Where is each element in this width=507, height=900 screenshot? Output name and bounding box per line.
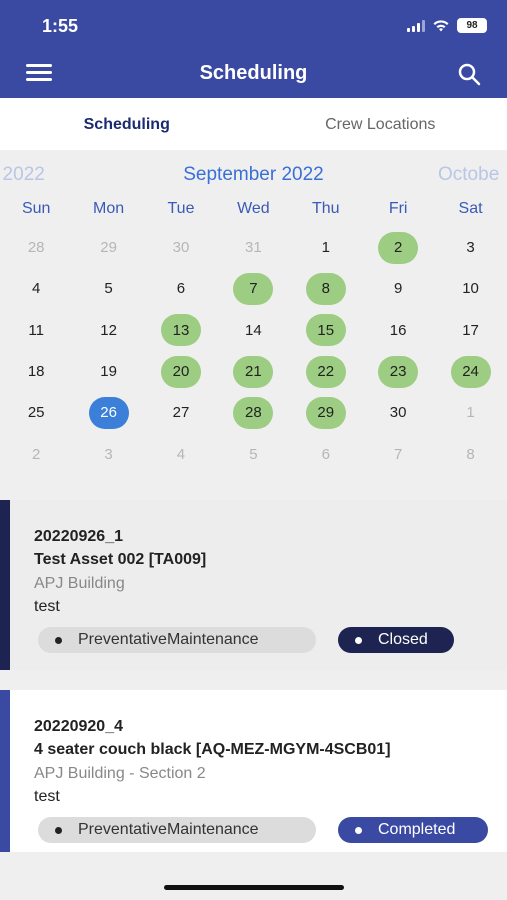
job-card[interactable]: 20220926_1 Test Asset 002 [TA009] APJ Bu… xyxy=(0,500,507,670)
status-badge: Closed xyxy=(338,627,454,653)
calendar-grid: 28 29 30 31 1 2 3 4 5 6 7 8 9 10 11 12 13 14 15 16 17 18 19 20 2… xyxy=(0,227,507,475)
calendar-week: 18 19 20 21 22 23 24 xyxy=(0,351,507,392)
calendar-day[interactable]: 5 xyxy=(233,438,273,470)
status-time: 1:55 xyxy=(42,16,79,36)
weekday-label: Fri xyxy=(388,200,408,217)
calendar-day-with-event[interactable]: 24 xyxy=(450,355,491,388)
job-description: test xyxy=(34,788,60,805)
page-title: Scheduling xyxy=(199,62,308,84)
job-code: 20220920_4 xyxy=(34,718,123,735)
calendar-day-with-event[interactable]: 15 xyxy=(305,314,346,347)
calendar-day[interactable]: 14 xyxy=(233,314,273,346)
calendar-day[interactable]: 2 xyxy=(16,438,56,470)
calendar-day-with-event[interactable]: 28 xyxy=(233,396,274,429)
calendar-day[interactable]: 7 xyxy=(378,438,418,470)
calendar-day-with-event[interactable]: 8 xyxy=(305,272,346,305)
tab-bar: Scheduling Crew Locations xyxy=(0,98,507,150)
calendar-day-today[interactable]: 26 xyxy=(88,396,129,429)
calendar-day[interactable]: 1 xyxy=(306,232,346,264)
calendar-day-with-event[interactable]: 2 xyxy=(378,231,419,264)
calendar-week: 4 5 6 7 8 9 10 xyxy=(0,268,507,309)
calendar-day-with-event[interactable]: 20 xyxy=(160,355,201,388)
calendar-week: 2 345 67 8 xyxy=(0,433,507,474)
calendar-week: 28 29 30 31 1 2 3 xyxy=(0,227,507,268)
tab-scheduling[interactable]: Scheduling xyxy=(0,98,254,150)
calendar-day[interactable]: 6 xyxy=(306,438,346,470)
weekday-label: Sat xyxy=(458,200,483,217)
status-icons: 98 xyxy=(407,18,487,33)
calendar-day[interactable]: 4 xyxy=(16,273,56,305)
calendar-day[interactable]: 6 xyxy=(161,273,201,305)
calendar-day[interactable]: 25 xyxy=(16,397,56,429)
app-header: 1:55 98 Scheduling xyxy=(0,0,507,98)
job-location: APJ Building xyxy=(34,575,125,592)
calendar-day[interactable]: 3 xyxy=(89,438,129,470)
calendar-week: 11 12 13 14 15 16 17 xyxy=(0,310,507,351)
calendar-day[interactable]: 12 xyxy=(89,314,129,346)
weekday-label: Thu xyxy=(311,200,340,217)
job-asset: 4 seater couch black [AQ-MEZ-MGYM-4SCB01… xyxy=(34,741,391,758)
job-type-badge: PreventativeMaintenance xyxy=(38,627,316,653)
weekday-label: Tue xyxy=(167,200,195,217)
calendar-day[interactable]: 30 xyxy=(378,397,418,429)
next-month[interactable]: Octobe xyxy=(438,164,499,186)
calendar-day[interactable]: 31 xyxy=(233,232,273,264)
job-code: 20220926_1 xyxy=(34,528,123,545)
wifi-icon xyxy=(433,19,449,31)
calendar-day-with-event[interactable]: 23 xyxy=(378,355,419,388)
calendar-day[interactable]: 4 xyxy=(161,438,201,470)
calendar-day-with-event[interactable]: 7 xyxy=(233,272,274,305)
calendar-day[interactable]: 11 xyxy=(16,314,56,346)
month-selector: t 2022 September 2022 Octobe xyxy=(0,164,507,190)
calendar-day-with-event[interactable]: 21 xyxy=(233,355,274,388)
calendar-day[interactable]: 16 xyxy=(378,314,418,346)
calendar-week: 25 26 27 28 29 30 1 xyxy=(0,392,507,433)
job-asset: Test Asset 002 [TA009] xyxy=(34,551,207,568)
calendar-day[interactable]: 5 xyxy=(89,273,129,305)
calendar-day[interactable]: 3 xyxy=(451,232,491,264)
calendar-day[interactable]: 1 xyxy=(451,397,491,429)
weekday-header: Sun Mon Tue Wed Thu Fri Sat xyxy=(0,200,507,218)
calendar-day-with-event[interactable]: 22 xyxy=(305,355,346,388)
job-location: APJ Building - Section 2 xyxy=(34,765,206,782)
calendar-day[interactable]: 27 xyxy=(161,397,201,429)
tab-crew-locations[interactable]: Crew Locations xyxy=(254,98,507,150)
calendar-day[interactable]: 17 xyxy=(451,314,491,346)
status-badge: Completed xyxy=(338,817,488,843)
status-accent-bar xyxy=(0,500,10,670)
calendar-day-with-event[interactable]: 29 xyxy=(305,396,346,429)
job-description: test xyxy=(34,598,60,615)
search-icon[interactable] xyxy=(457,62,481,86)
current-month: September 2022 xyxy=(183,164,324,185)
calendar-day[interactable]: 28 xyxy=(16,232,56,264)
signal-icon xyxy=(407,19,425,32)
calendar-day[interactable]: 9 xyxy=(378,273,418,305)
calendar-day-with-event[interactable]: 13 xyxy=(160,314,201,347)
home-indicator xyxy=(164,885,344,890)
job-card[interactable]: 20220920_4 4 seater couch black [AQ-MEZ-… xyxy=(0,690,507,852)
calendar-day[interactable]: 18 xyxy=(16,356,56,388)
job-type-badge: PreventativeMaintenance xyxy=(38,817,316,843)
calendar-day[interactable]: 29 xyxy=(89,232,129,264)
calendar-day[interactable]: 10 xyxy=(451,273,491,305)
weekday-label: Wed xyxy=(237,200,270,217)
calendar-day[interactable]: 8 xyxy=(451,438,491,470)
calendar-day[interactable]: 30 xyxy=(161,232,201,264)
calendar: t 2022 September 2022 Octobe Sun Mon Tue… xyxy=(0,150,507,483)
weekday-label: Sun xyxy=(21,200,51,217)
calendar-day[interactable]: 19 xyxy=(89,356,129,388)
status-accent-bar xyxy=(0,690,10,852)
weekday-label: Mon xyxy=(93,200,125,217)
battery-icon: 98 xyxy=(457,18,487,33)
